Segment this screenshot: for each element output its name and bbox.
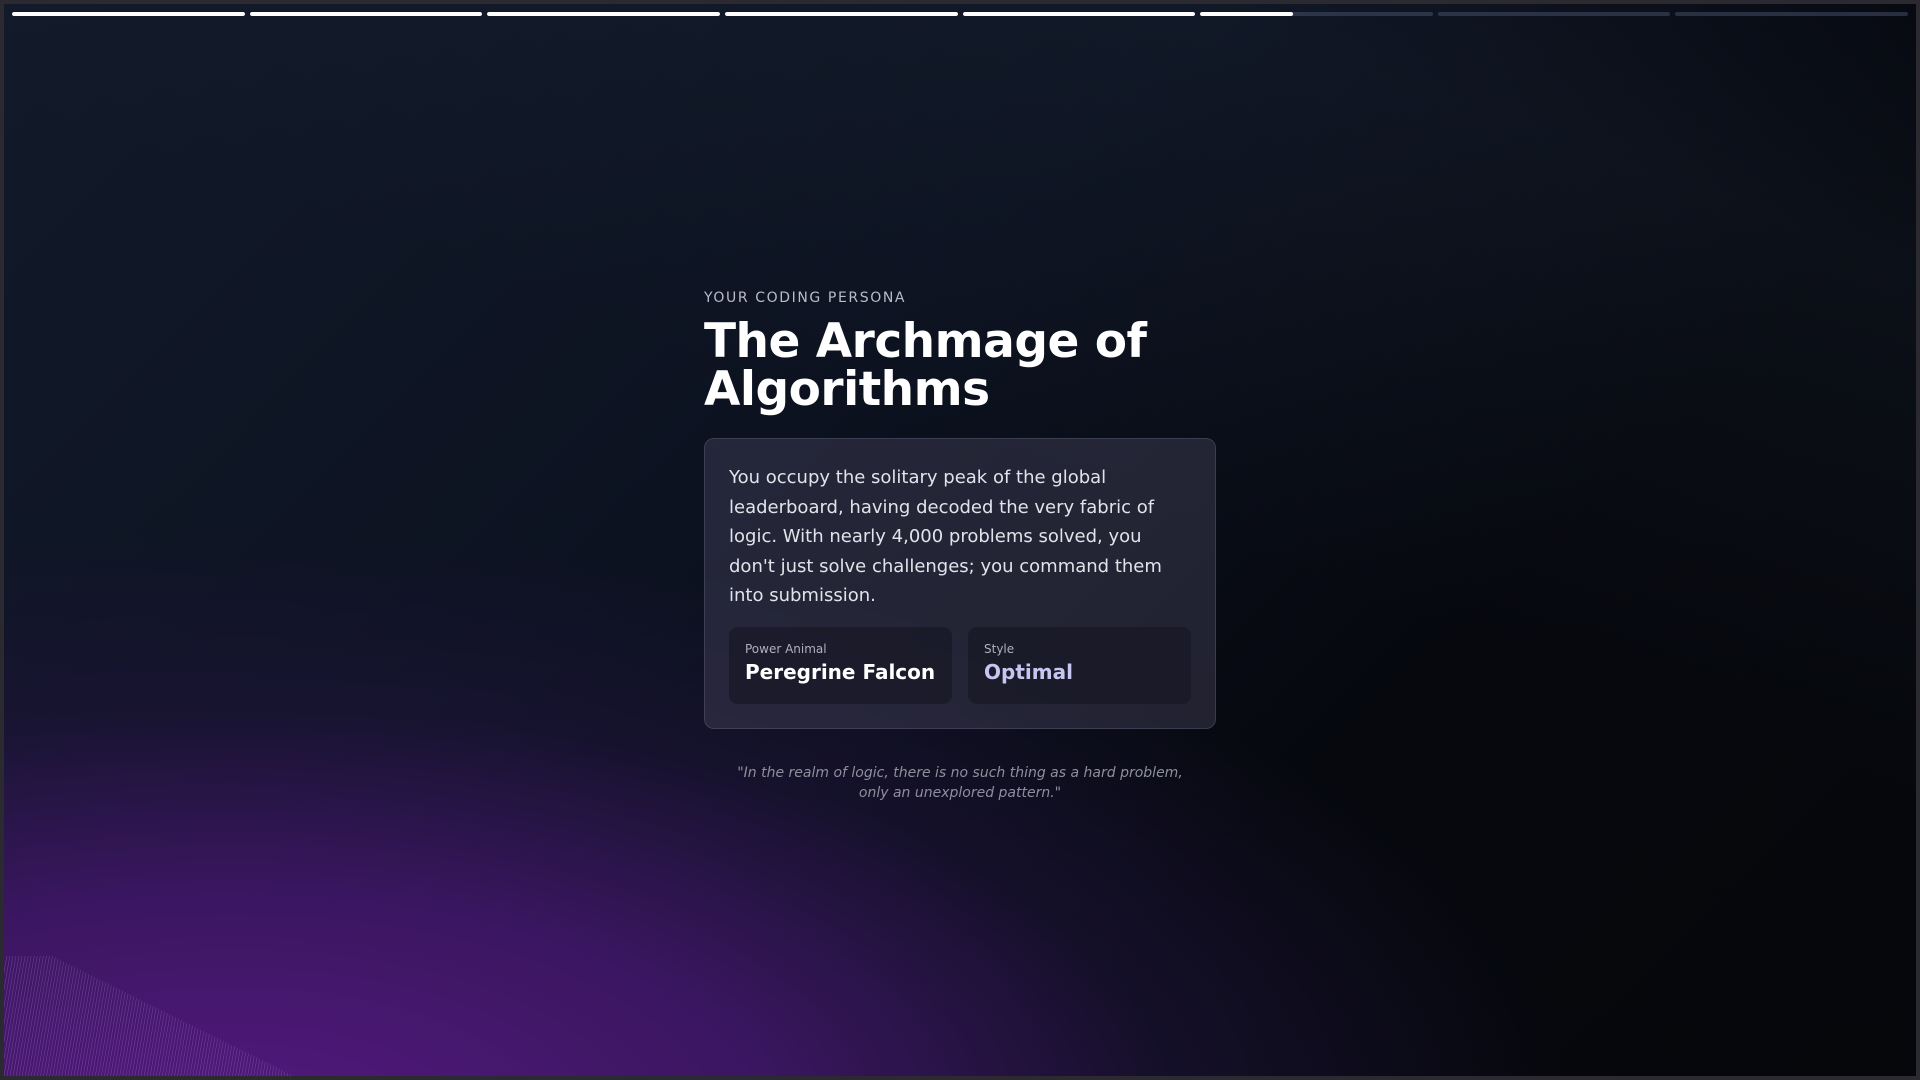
progress-segment bbox=[1437, 12, 1671, 16]
persona-quote: "In the realm of logic, there is no such… bbox=[737, 764, 1183, 801]
progress-segment-active bbox=[1200, 12, 1433, 16]
progress-segment bbox=[249, 12, 483, 16]
persona-title: The Archmage of Algorithms bbox=[704, 314, 1147, 417]
progress-segment bbox=[1675, 12, 1908, 16]
persona-stats: Power Animal Peregrine Falcon Style Opti… bbox=[729, 626, 1191, 704]
story-progress-bar bbox=[12, 12, 1908, 16]
decorative-line-pattern bbox=[4, 956, 294, 1076]
stat-power-animal: Power Animal Peregrine Falcon bbox=[729, 626, 952, 704]
persona-panel: YOUR CODING PERSONA The Archmage of Algo… bbox=[704, 290, 1216, 803]
progress-segment bbox=[487, 12, 720, 16]
progress-segment bbox=[12, 12, 245, 16]
stat-label: Power Animal bbox=[745, 641, 827, 656]
persona-description: You occupy the solitary peak of the glob… bbox=[729, 467, 1162, 606]
progress-segment bbox=[724, 12, 958, 16]
stat-style: Style Optimal bbox=[968, 626, 1191, 704]
persona-card: You occupy the solitary peak of the glob… bbox=[704, 438, 1216, 729]
stat-label: Style bbox=[984, 641, 1015, 656]
persona-eyebrow: YOUR CODING PERSONA bbox=[704, 290, 907, 306]
story-slide[interactable]: YOUR CODING PERSONA The Archmage of Algo… bbox=[4, 4, 1916, 1076]
stat-value: Peregrine Falcon bbox=[745, 659, 936, 684]
stat-value: Optimal bbox=[984, 659, 1073, 684]
progress-segment bbox=[962, 12, 1196, 16]
